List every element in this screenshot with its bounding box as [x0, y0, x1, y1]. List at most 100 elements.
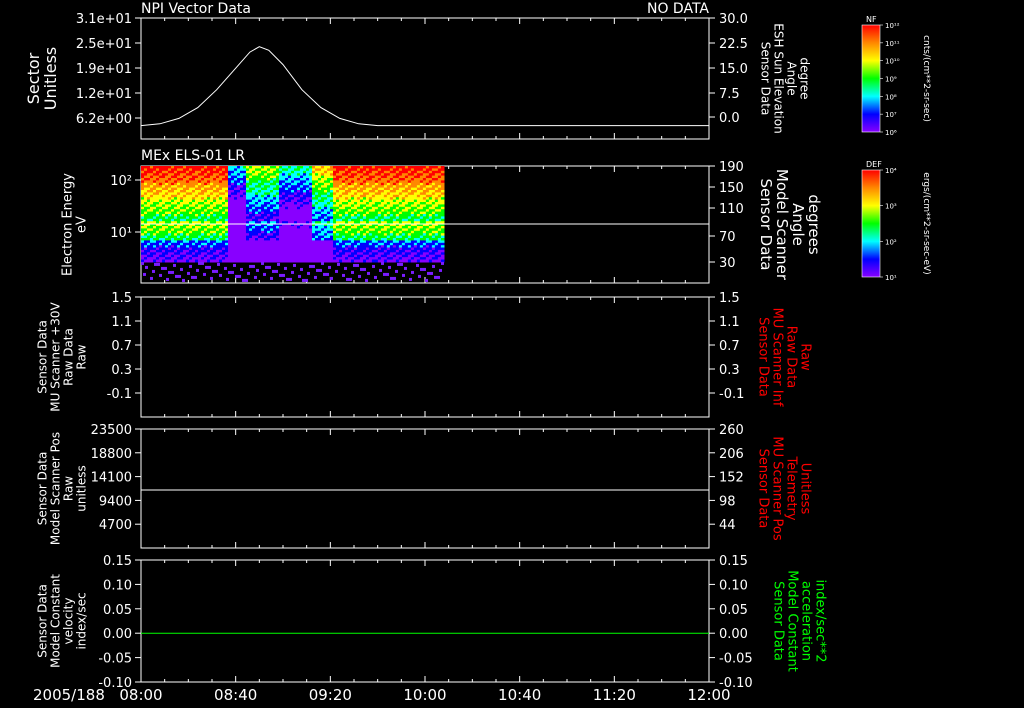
- left-tick-label: 9400: [99, 494, 132, 509]
- colorbar-tick-label: 10¹: [885, 274, 897, 282]
- panel2-title: MEx ELS-01 LR: [141, 148, 245, 164]
- colorbar-label: ergs/(cm**2-sr-sec-eV): [921, 172, 931, 274]
- right-axis-label-line: Telemetry: [784, 455, 799, 520]
- panel-frame-5: [140, 559, 710, 683]
- sun-elevation-line: [140, 46, 709, 127]
- right-tick-label: 30: [719, 256, 736, 271]
- left-axis-label-line: Raw Data: [62, 328, 76, 386]
- left-tick-label: 0.15: [103, 554, 132, 569]
- right-axis-label-line: Sensor Data: [757, 179, 775, 271]
- colorbar-tick-label: 10⁹: [885, 76, 897, 84]
- left-axis-label-line: Model Constant: [49, 574, 63, 668]
- left-tick-label: -0.05: [98, 652, 132, 667]
- right-tick-label: 0.10: [719, 578, 748, 593]
- right-axis-label-line: Raw Data: [784, 326, 799, 389]
- right-tick-label: 110: [719, 202, 744, 217]
- right-tick-label: 150: [719, 181, 744, 196]
- colorbar-tick-label: 10⁶: [885, 129, 897, 137]
- left-tick-label: 1.2e+01: [76, 87, 132, 102]
- left-axis-label-line: Model Scanner Pos: [49, 432, 63, 545]
- left-tick-label: 2.5e+01: [76, 37, 132, 52]
- time-axis-label: 08:00: [119, 686, 162, 704]
- right-axis-label-line: Unitless: [798, 463, 813, 515]
- right-axis-label: Sensor Data Model Constant acceleration ind…: [771, 570, 828, 672]
- left-tick-label: 3.1e+01: [76, 12, 132, 27]
- right-axis-label-line: Sensor Data: [759, 42, 773, 116]
- left-axis-label-line: unitless: [75, 465, 89, 511]
- left-axis-label-line: Raw: [75, 344, 89, 369]
- right-tick-label: 152: [719, 471, 744, 486]
- right-tick-label: -0.1: [719, 387, 744, 402]
- left-tick-label: 6.2e+00: [76, 112, 132, 127]
- right-tick-label: 0.00: [719, 627, 748, 642]
- left-axis-label: Electron Energy eV: [60, 173, 89, 276]
- time-axis-label: 12:00: [687, 686, 730, 704]
- right-tick-label: 0.7: [719, 339, 740, 354]
- left-tick-label: 0.05: [103, 603, 132, 618]
- right-axis-label-line: Model Constant: [785, 570, 800, 672]
- left-tick-label: 0.3: [111, 363, 132, 378]
- right-axis-label-line: Sensor Data: [771, 581, 786, 661]
- left-axis-label-line: velocity: [62, 598, 76, 645]
- colorbar-label: cnts/(cm**2-sr-sec): [921, 35, 931, 122]
- colorbar-tag: DEF: [866, 160, 882, 169]
- left-tick-label: 1.1: [111, 315, 132, 330]
- left-axis-label: Sensor Data Model Constant velocity index/s…: [36, 574, 89, 668]
- left-tick-label: 10¹: [110, 226, 132, 241]
- right-axis-label-line: degrees: [805, 194, 823, 255]
- left-tick-label: 1.9e+01: [76, 62, 132, 77]
- left-axis-label-line: index/sec: [75, 592, 89, 649]
- panel-frame-3: [140, 296, 710, 418]
- left-tick-label: 18800: [91, 447, 132, 462]
- left-axis-label-line: Sensor Data: [36, 584, 50, 658]
- colorbar-tick-label: 10¹⁰: [885, 58, 900, 66]
- time-axis-label: 10:40: [498, 686, 541, 704]
- right-axis-label: Sensor Data MU Scanner Inf Raw Data Raw: [756, 308, 813, 407]
- left-axis-label: Sensor Data Model Scanner Pos Raw unitless: [36, 432, 89, 545]
- right-axis-label-line: Model Scanner: [773, 169, 791, 281]
- left-tick-label: 10²: [110, 174, 132, 189]
- left-tick-label: 0.10: [103, 578, 132, 593]
- right-tick-label: 260: [719, 423, 744, 438]
- colorbar-tag: NF: [866, 15, 877, 24]
- right-tick-label: 1.1: [719, 315, 740, 330]
- right-axis-label-line: index/sec**2: [813, 579, 828, 662]
- colorbar-tick-label: 10²: [885, 238, 897, 246]
- right-axis-label-line: Angle: [789, 203, 807, 246]
- right-axis-label-line: acceleration: [799, 581, 814, 661]
- plot-canvas: 3.1e+01 2.5e+01 1.9e+01 1.2e+01 6.2e+00 30.0 2…: [24, 1, 931, 704]
- left-tick-label: 14100: [91, 471, 132, 486]
- left-axis-label-line: Electron Energy: [60, 173, 75, 276]
- panel-frame-4: [140, 428, 710, 549]
- right-axis-label-line: ESH Sun Elevation: [772, 23, 786, 133]
- right-axis-label: Sensor Data ESH Sun Elevation Angle degree: [759, 23, 812, 133]
- right-tick-label: 1.5: [719, 291, 740, 306]
- right-tick-label: 190: [719, 160, 744, 175]
- right-axis-label-line: MU Scanner Inf: [770, 308, 785, 407]
- right-axis-label-line: MU Scanner Pos: [770, 436, 785, 541]
- right-axis-label-line: Angle: [785, 61, 799, 95]
- colorbar-label-text: ergs/(cm**2-sr-sec-eV): [921, 172, 931, 274]
- right-tick-label: 7.5: [719, 87, 740, 102]
- right-tick-label: 70: [719, 230, 736, 245]
- time-axis-label: 11:20: [593, 686, 636, 704]
- colorbar-tick-label: 10¹¹: [885, 40, 900, 48]
- colorbar-label-text: cnts/(cm**2-sr-sec): [921, 35, 931, 122]
- colorbar-2: [861, 169, 881, 278]
- left-axis-label-line: Raw: [62, 476, 76, 501]
- left-axis-label-line: Unitless: [41, 47, 60, 111]
- right-tick-label: 0.15: [719, 554, 748, 569]
- colorbar-tick-label: 10⁴: [885, 167, 897, 175]
- left-tick-label: 0.00: [103, 627, 132, 642]
- right-tick-label: 22.5: [719, 37, 748, 52]
- colorbar-tick-label: 10¹²: [885, 22, 900, 30]
- right-axis-label-line: Sensor Data: [756, 449, 771, 529]
- right-tick-label: 15.0: [719, 62, 748, 77]
- left-tick-label: -0.1: [107, 387, 132, 402]
- left-axis-label-line: Sensor Data: [36, 320, 50, 394]
- left-tick-label: 4700: [99, 518, 132, 533]
- left-tick-label: 0.7: [111, 339, 132, 354]
- left-axis-label-line: eV: [74, 216, 89, 233]
- time-axis-label: 08:40: [214, 686, 257, 704]
- right-tick-label: 0.3: [719, 363, 740, 378]
